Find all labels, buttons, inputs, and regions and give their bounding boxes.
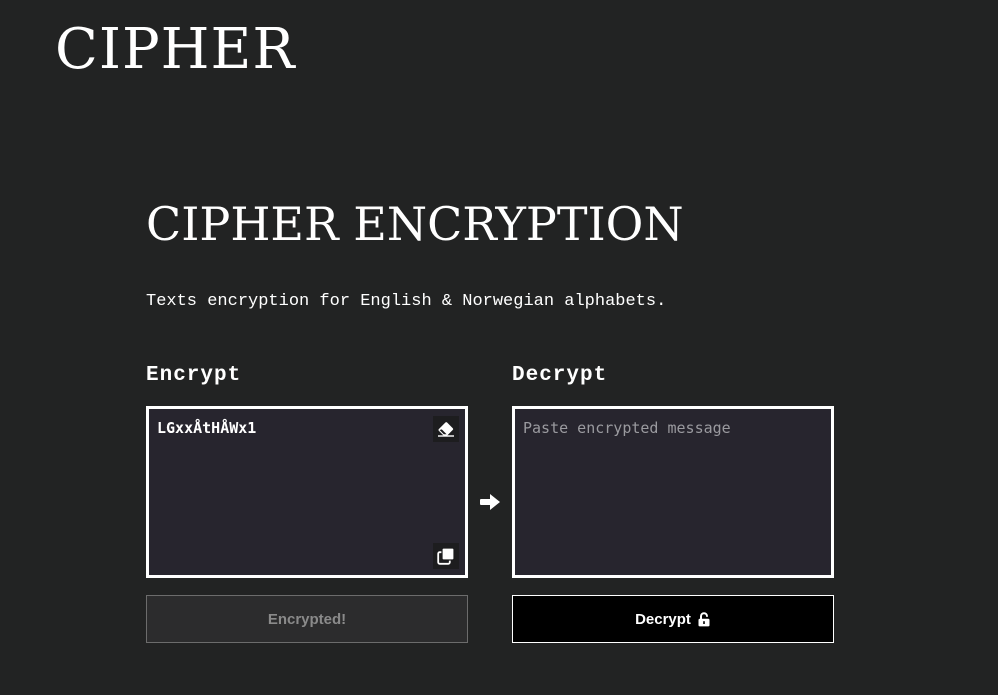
- arrow-right-icon: [480, 494, 500, 510]
- lock-open-icon: [698, 611, 710, 626]
- page-title: CIPHER ENCRYPTION: [146, 197, 684, 251]
- decrypt-button-label: Decrypt: [635, 610, 691, 628]
- page-subtitle: Texts encryption for English & Norwegian…: [146, 292, 667, 311]
- site-logo[interactable]: CIPHER: [55, 18, 296, 82]
- encrypted-button[interactable]: Encrypted!: [146, 595, 468, 643]
- encrypt-panel: LGxxÅtHÅWx1: [146, 406, 468, 578]
- copy-icon: [437, 547, 455, 565]
- eraser-icon: [438, 422, 454, 437]
- encrypt-heading: Encrypt: [146, 364, 242, 387]
- copy-button[interactable]: [433, 543, 459, 569]
- clear-button[interactable]: [433, 416, 459, 442]
- decrypt-panel: [512, 406, 834, 578]
- decrypt-button[interactable]: Decrypt: [512, 595, 834, 643]
- decrypt-heading: Decrypt: [512, 364, 608, 387]
- encrypted-button-label: Encrypted!: [267, 610, 347, 628]
- encrypt-input[interactable]: LGxxÅtHÅWx1: [149, 409, 465, 575]
- decrypt-input[interactable]: [515, 409, 831, 575]
